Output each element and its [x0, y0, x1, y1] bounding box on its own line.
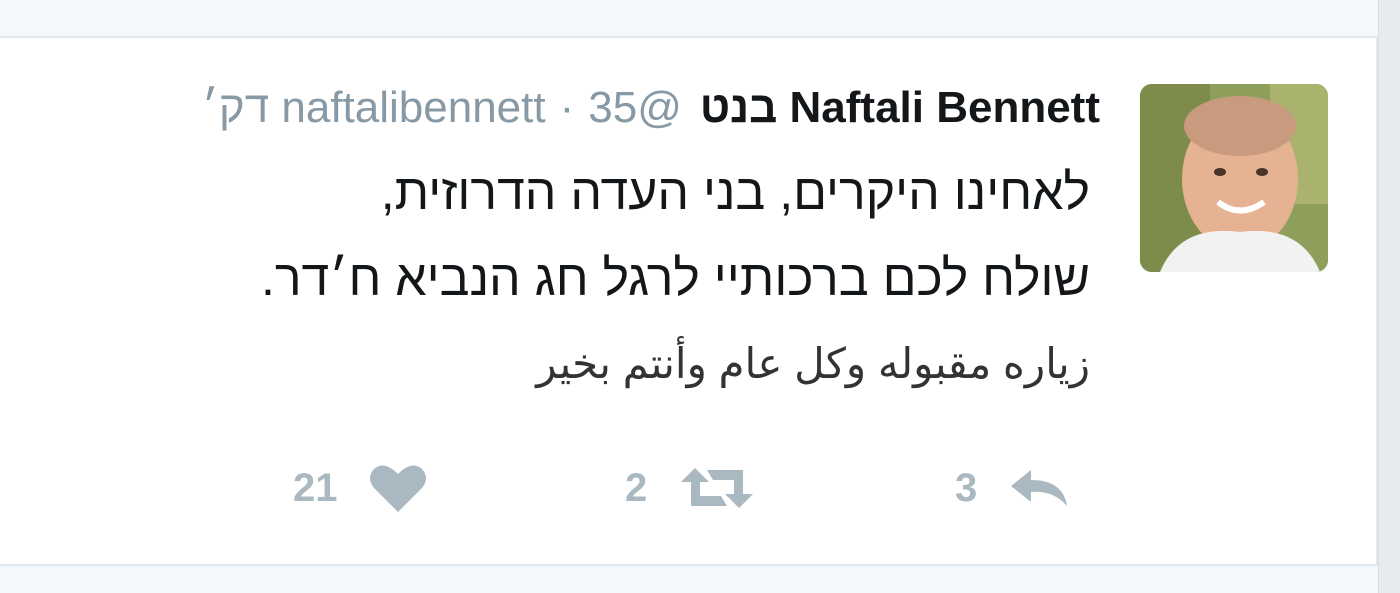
retweet-button[interactable]: 2: [625, 456, 757, 520]
tweet-text-line-2: שולח לכם ברכותיי לרגל חג הנביא ח׳דר.: [260, 250, 1090, 306]
scrollbar[interactable]: [1378, 0, 1400, 593]
like-button[interactable]: 21: [293, 456, 428, 520]
reply-button[interactable]: 3: [955, 456, 1071, 520]
reply-count: 3: [955, 465, 978, 510]
heart-icon: [368, 462, 428, 514]
avatar[interactable]: [1140, 84, 1328, 272]
author-name[interactable]: Naftali Bennett בנט: [700, 83, 1100, 132]
tweet-text-line-3: زياره مقبوله وكل عام وأنتم بخير: [536, 340, 1090, 387]
retweet-icon: [677, 464, 757, 512]
tweet-text-line-1: לאחינו היקרים, בני העדה הדרוזית,: [380, 164, 1090, 220]
avatar-photo: [1140, 84, 1328, 272]
reply-icon: [1007, 468, 1071, 508]
timeline-page: Naftali Bennett בנט@naftalibennett·35 דק…: [0, 0, 1400, 593]
separator-dot: ·: [559, 83, 575, 132]
like-count: 21: [293, 465, 338, 510]
retweet-count: 2: [625, 465, 648, 510]
tweet-header: Naftali Bennett בנט@naftalibennett·35 דק…: [202, 80, 1100, 136]
